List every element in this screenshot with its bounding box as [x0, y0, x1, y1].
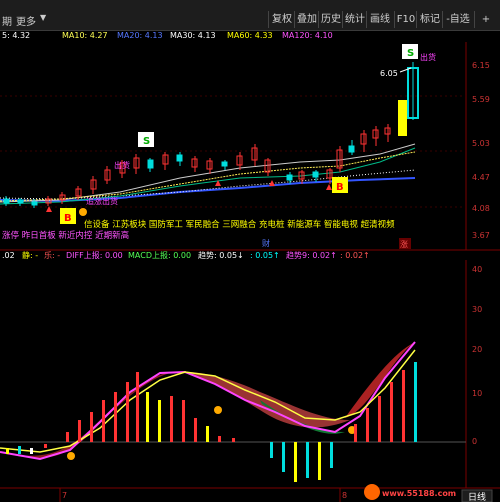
price-tick: 5.03: [472, 139, 490, 148]
sell-signal-badge: S: [402, 44, 418, 59]
daily-line-tab[interactable]: 日线: [468, 491, 486, 502]
concept-tags: 信设备 江苏板块 国防军工 军民融合 三网融合 充电桩 新能源车 智能电视 超清…: [84, 219, 395, 230]
candlesticks: [3, 62, 419, 208]
indicator-value: DIFF上报: 0.00: [66, 250, 123, 260]
time-tick: 8: [342, 491, 347, 500]
indicator-value: MACD上报: 0.00: [128, 250, 191, 260]
indicator-value: : 0.05↑: [250, 251, 280, 260]
price-tick: 5.59: [472, 95, 490, 104]
price-tick: 3.67: [472, 231, 490, 240]
price-tick: 4.08: [472, 204, 490, 213]
indicator-tick: 0: [472, 437, 477, 446]
watermark-text: www.55188.com: [382, 489, 456, 498]
indicator-header: .02 静: - 乐: - DIFF上报: 0.00 MACD上报: 0.00 …: [2, 250, 370, 260]
buy-signal-badge: B: [332, 177, 348, 193]
price-panel-frame: [0, 42, 500, 502]
finance-label[interactable]: 财: [262, 238, 270, 248]
price-tick: 6.15: [472, 61, 490, 70]
chart-canvas: 6.15 5.59 5.03 4.47 4.08 3.67 6.05 S S B…: [0, 42, 500, 502]
high-price-label: 6.05: [380, 69, 398, 78]
indicator-tick: 40: [472, 265, 482, 274]
sell-marker-text: 出货: [420, 52, 436, 62]
left-banner-text: 涨停 昨日首板 新近内控 近期新高: [2, 230, 129, 241]
indicator-tick: 30: [472, 305, 482, 314]
buy-badge-text: B: [64, 213, 72, 224]
indicator-value: : 0.02↑: [340, 251, 370, 260]
time-tick: 7: [62, 491, 67, 500]
indicator-value: 静: -: [22, 250, 38, 260]
limit-up-label[interactable]: 涨: [400, 239, 408, 249]
sell-marker-text: 出货: [114, 160, 130, 170]
buy-badge-text: B: [336, 182, 344, 193]
price-tick: 4.47: [472, 173, 490, 182]
chase-marker-text: 追涨出货: [86, 196, 118, 206]
sell-signal-badge: S: [138, 132, 154, 147]
buy-signal-badge: B: [60, 208, 76, 224]
yellow-candle: [398, 100, 407, 136]
watermark: www.55188.com: [364, 484, 456, 500]
indicator-value: 趋势9: 0.02↑: [286, 250, 337, 260]
indicator-value: .02: [2, 251, 15, 260]
indicator-value: 趋势: 0.05↓: [198, 250, 244, 260]
sell-badge-text: S: [407, 48, 414, 59]
indicator-tick: 20: [472, 345, 482, 354]
sell-badge-text: S: [143, 136, 150, 147]
indicator-tick: 10: [472, 389, 482, 398]
indicator-value: 乐: -: [44, 250, 60, 260]
